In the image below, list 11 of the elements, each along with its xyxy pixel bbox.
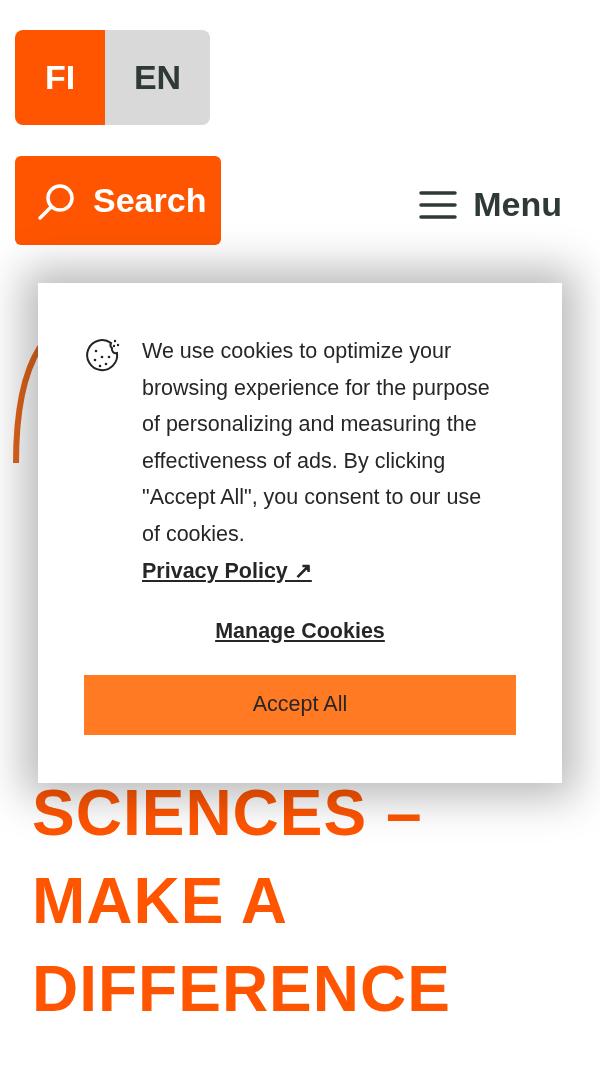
cookie-icon [84, 337, 120, 373]
hero-heading-line: DIFFERENCE [32, 952, 451, 1027]
hero-heading-line: MAKE A [32, 864, 290, 939]
cookie-message: We use cookies to optimize your browsing experience for the purpose of personalizing and measuring the effectiveness of ads. By clicking "Accept All", you consent to our use of cookies. [142, 338, 491, 548]
privacy-policy-link[interactable]: Privacy Policy ↗ [142, 552, 312, 589]
menu-button[interactable]: Menu [419, 185, 562, 224]
menu-icon [419, 189, 458, 220]
accept-all-button[interactable]: Accept All [84, 674, 516, 735]
language-tab[interactable]: EN [105, 30, 210, 125]
manage-cookies-link[interactable]: Manage Cookies [215, 612, 385, 649]
hero-heading-line: SCIENCES – [32, 776, 424, 851]
